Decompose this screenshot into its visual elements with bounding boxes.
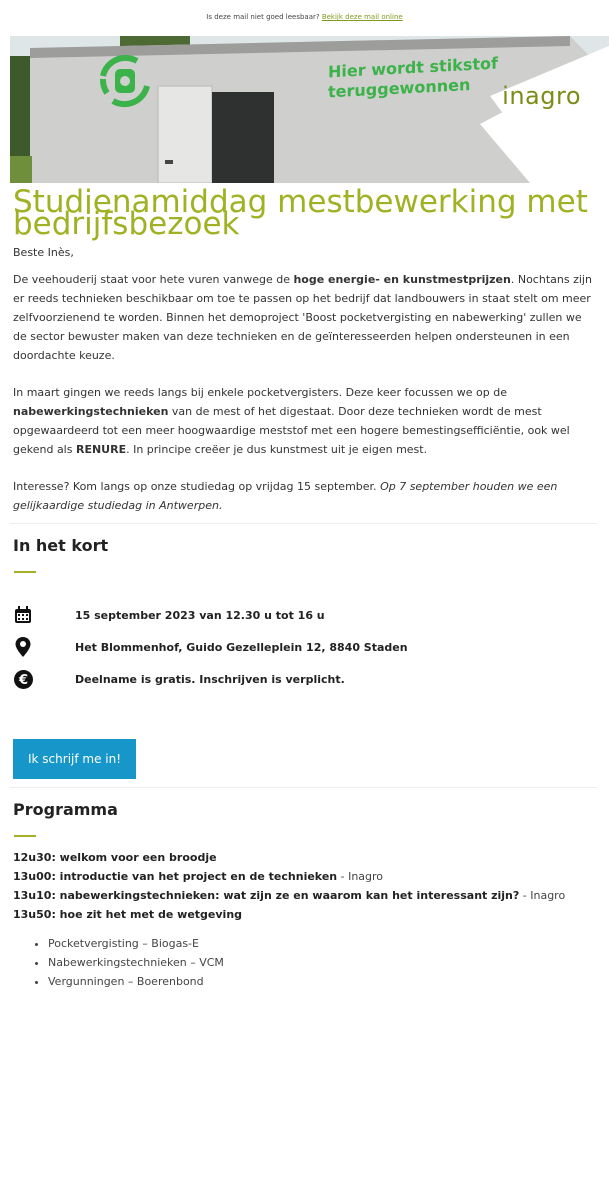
register-button[interactable]: Ik schrijf me in! [13,739,137,779]
euro-icon: € [13,669,33,689]
calendar-icon [13,605,33,625]
info-date-text: 15 september 2023 van 12.30 u tot 16 u [75,608,325,622]
intro-paragraph: De veehouderij staat voor hete vuren van… [13,270,595,365]
divider [10,787,597,788]
list-item: Pocketvergisting – Biogas-E [48,934,609,953]
program-row: 13u50: hoe zit het met de wetgeving [13,905,609,924]
inagro-logo: inagro [502,82,581,110]
location-pin-icon [13,637,33,657]
para1-text-c: . Nochtans zijn er reeds technieken besc… [13,273,592,362]
para3-text-a: Interesse? Kom langs op onze studiedag o… [13,480,381,493]
para2-text-a: In maart gingen we reeds langs bij enkel… [13,386,508,399]
section-heading-programma: Programma [13,800,118,819]
list-item: Vergunningen – Boerenbond [48,972,609,991]
program-list: 12u30: welkom voor een broodje 13u00: in… [13,848,609,924]
program-row: 13u10: nabewerkingstechnieken: wat zijn … [13,886,609,905]
para2-text-e: . In principe creëer je dus kunstmest ui… [126,443,428,456]
program-row-speaker: - Inagro [519,889,566,902]
para1-bold: hoge energie- en kunstmestprijzen [293,273,511,286]
para1-text-a: De veehouderij staat voor hete vuren van… [13,273,294,286]
info-date: 15 september 2023 van 12.30 u tot 16 u [13,599,609,631]
email-body: Is deze mail niet goed leesbaar? Bekijk … [0,0,609,991]
program-row-speaker: - Inagro [337,870,384,883]
view-online-link[interactable]: Bekijk deze mail online [322,13,403,21]
legislation-bullets: Pocketvergisting – Biogas-E Nabewerkings… [48,934,609,991]
program-row: 13u00: introductie van het project en de… [13,867,609,886]
program-row-title: 12u30: welkom voor een broodje [13,851,217,864]
info-price: € Deelname is gratis. Inschrijven is ver… [13,663,609,695]
techniques-paragraph: In maart gingen we reeds langs bij enkel… [13,383,595,459]
divider [10,523,597,524]
preheader-text: Is deze mail niet goed leesbaar? [206,13,320,21]
info-price-text: Deelname is gratis. Inschrijven is verpl… [75,672,345,686]
greeting: Beste Inès, [13,246,74,259]
page-title: Studienamiddag mestbewerking met bedrijf… [13,184,588,242]
program-row: 12u30: welkom voor een broodje [13,848,609,867]
list-item: Nabewerkingstechnieken – VCM [48,953,609,972]
preheader: Is deze mail niet goed leesbaar? Bekijk … [0,0,609,27]
svg-text:€: € [17,673,27,688]
info-location-text: Het Blommenhof, Guido Gezelleplein 12, 8… [75,640,408,654]
para2-bold-nabewerking: nabewerkingstechnieken [13,405,169,418]
program-row-title: 13u00: introductie van het project en de… [13,870,338,883]
program-row-title: 13u10: nabewerkingstechnieken: wat zijn … [13,889,520,902]
section-heading-kort: In het kort [13,536,109,555]
para2-bold-renure: RENURE [75,443,127,456]
info-location: Het Blommenhof, Guido Gezelleplein 12, 8… [13,631,609,663]
interest-paragraph: Interesse? Kom langs op onze studiedag o… [13,477,595,515]
hero-banner: Hier wordt stikstof teruggewonnen inagro [10,36,609,183]
program-row-title: 13u50: hoe zit het met de wetgeving [13,908,243,921]
